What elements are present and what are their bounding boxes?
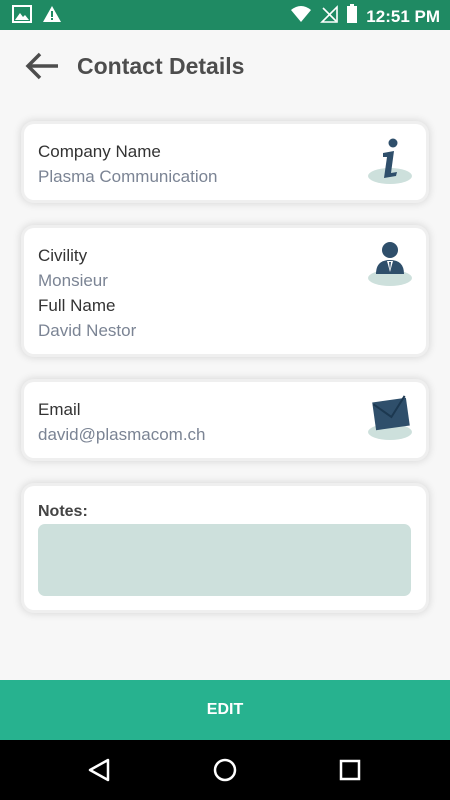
- notes-card: Notes:: [24, 486, 426, 610]
- email-card: Email david@plasmacom.ch: [24, 382, 426, 458]
- envelope-icon: [368, 392, 412, 440]
- nav-home-button[interactable]: [210, 755, 240, 785]
- nav-recents-button[interactable]: [335, 755, 365, 785]
- wifi-icon: [290, 5, 312, 28]
- home-circle-icon: [210, 758, 240, 789]
- status-time: 12:51 PM: [366, 6, 440, 26]
- company-value: Plasma Communication: [38, 167, 218, 186]
- company-label: Company Name: [38, 142, 161, 161]
- back-triangle-icon: [84, 758, 114, 789]
- company-card: Company Name Plasma Communication: [24, 124, 426, 200]
- fullname-value: David Nestor: [38, 321, 137, 340]
- status-bar: 12:51 PM: [0, 0, 450, 30]
- battery-icon: [346, 4, 358, 29]
- notes-label: Notes:: [38, 503, 88, 520]
- person-card: Civility Monsieur Full Name David Nestor: [24, 228, 426, 354]
- warning-icon: [42, 5, 62, 28]
- person-icon: [368, 238, 412, 286]
- no-signal-icon: [320, 5, 339, 28]
- recents-square-icon: [335, 759, 365, 789]
- fullname-label: Full Name: [38, 296, 116, 315]
- email-label: Email: [38, 400, 81, 419]
- civility-value: Monsieur: [38, 271, 108, 290]
- page-title: Contact Details: [77, 53, 245, 79]
- image-icon: [12, 5, 32, 28]
- navigation-bar: [0, 740, 450, 800]
- info-icon: [368, 136, 412, 184]
- email-value[interactable]: david@plasmacom.ch: [38, 425, 206, 445]
- nav-back-button[interactable]: [84, 755, 114, 785]
- notes-field[interactable]: [38, 524, 411, 596]
- edit-button[interactable]: EDIT: [0, 680, 450, 740]
- arrow-left-icon: [24, 52, 60, 86]
- back-button[interactable]: [24, 50, 60, 82]
- civility-label: Civility: [38, 246, 88, 265]
- app-header: Contact Details: [0, 30, 450, 104]
